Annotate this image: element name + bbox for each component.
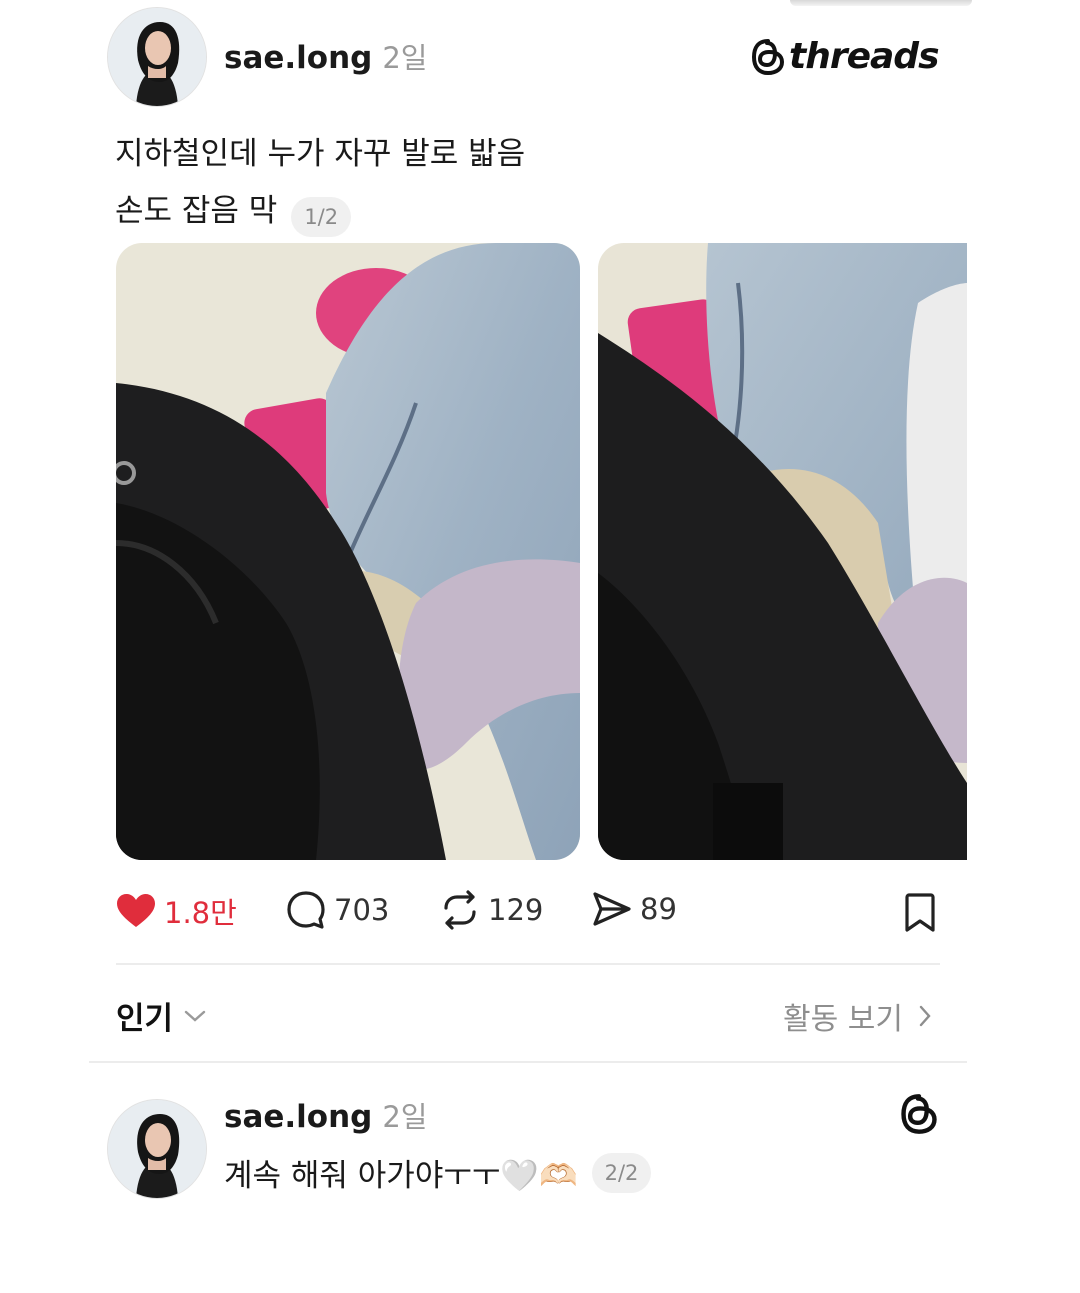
repost-button[interactable]: 129: [440, 890, 543, 930]
post-author: sae.long 2일: [224, 35, 428, 77]
post-time: 2일: [382, 41, 428, 75]
bookmark-icon: [905, 893, 935, 932]
like-count: 1.8만: [164, 896, 237, 930]
page-indicator: 1/2: [291, 196, 352, 237]
post-text-line-2-row: 손도 잡음 막 1/2: [115, 185, 352, 237]
threads-icon: [900, 1093, 938, 1139]
threads-icon: [751, 38, 785, 75]
send-icon: [593, 892, 631, 926]
comment-count: 703: [334, 893, 390, 927]
username[interactable]: sae.long: [224, 40, 372, 76]
comment-icon: [287, 891, 325, 929]
post-photo-1[interactable]: [116, 243, 580, 860]
threads-logo: threads: [751, 36, 939, 77]
share-count: 89: [640, 892, 677, 926]
reply-page-indicator: 2/2: [591, 1152, 652, 1193]
top-edge-shadow: [790, 0, 972, 6]
repost-count: 129: [488, 893, 544, 927]
like-button[interactable]: 1.8만: [116, 890, 237, 932]
reply-text: 계속 해줘 아가야ㅜㅜ🤍🫶🏻: [224, 1158, 578, 1194]
divider: [116, 963, 940, 965]
threads-wordmark: threads: [789, 36, 939, 77]
avatar[interactable]: [107, 7, 207, 107]
sort-dropdown[interactable]: 인기: [116, 993, 207, 1038]
reply-avatar[interactable]: [107, 1099, 207, 1199]
view-activity-link[interactable]: 활동 보기: [783, 994, 933, 1038]
post-text-line-1: 지하철인데 누가 자꾸 발로 밟음: [115, 136, 526, 172]
sort-label: 인기: [116, 1001, 174, 1037]
repost-icon: [444, 890, 476, 930]
post-text-line-2: 손도 잡음 막: [115, 193, 278, 229]
post-photo-2[interactable]: [598, 243, 967, 860]
reply-author: sae.long 2일: [224, 1094, 428, 1136]
heart-icon: [117, 894, 155, 927]
comment-button[interactable]: 703: [286, 890, 389, 930]
chevron-right-icon: [919, 1005, 931, 1027]
share-button[interactable]: 89: [592, 890, 677, 928]
activity-label: 활동 보기: [783, 1002, 903, 1037]
reply-time: 2일: [382, 1100, 428, 1134]
chevron-down-icon: [184, 1010, 206, 1022]
reply-username[interactable]: sae.long: [224, 1099, 372, 1135]
divider: [89, 1061, 967, 1063]
reply-text-row: 계속 해줘 아가야ㅜㅜ🤍🫶🏻 2/2: [224, 1150, 652, 1195]
bookmark-button[interactable]: [903, 893, 937, 937]
